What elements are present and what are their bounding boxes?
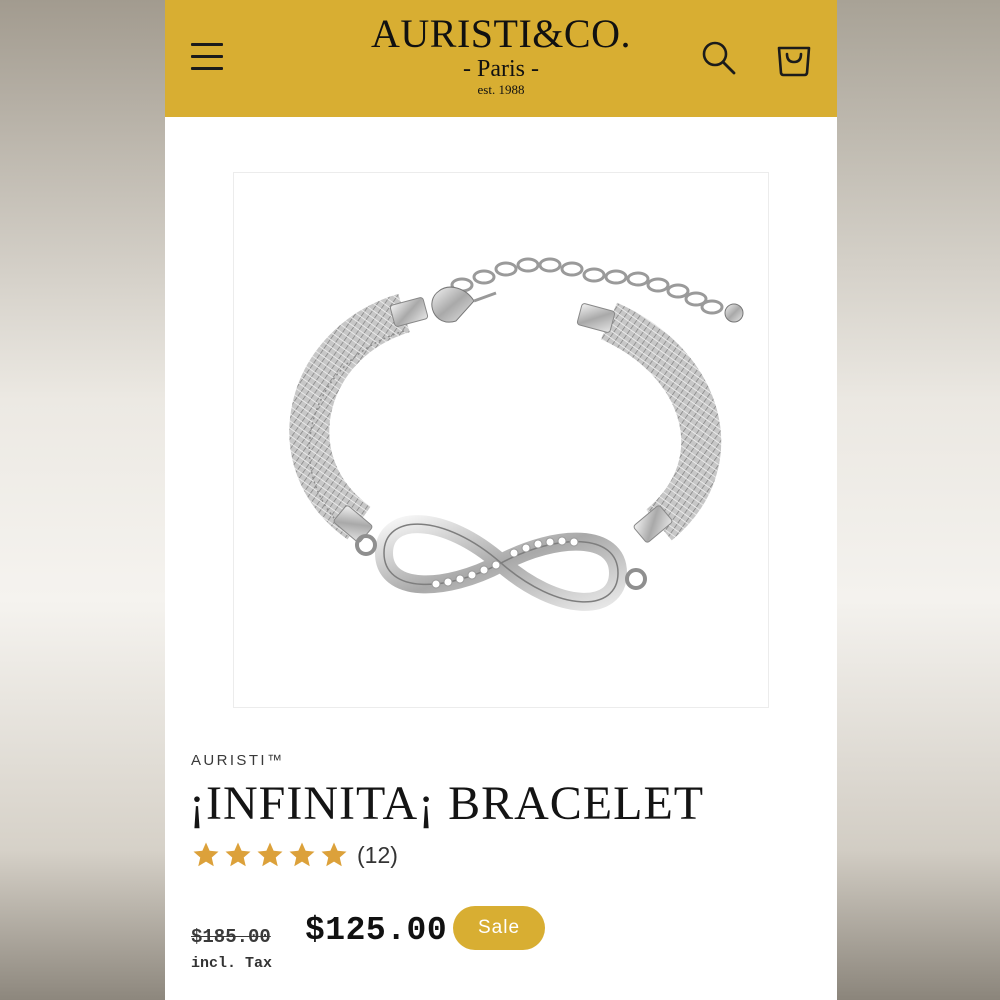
store-logo[interactable]: AURISTI&CO. - Paris - est. 1988 xyxy=(325,10,677,110)
star-icon xyxy=(225,842,251,867)
cart-button[interactable] xyxy=(773,36,815,78)
menu-button[interactable] xyxy=(189,38,225,74)
bracelet-image xyxy=(289,257,744,611)
sale-badge: Sale xyxy=(453,906,545,950)
rating-stars xyxy=(191,840,349,870)
sale-price: $125.00 xyxy=(305,912,448,949)
star-icon xyxy=(289,842,315,867)
product-title: ¡INFINITA¡ BRACELET xyxy=(189,777,705,830)
star-icon xyxy=(257,842,283,867)
star-icon xyxy=(193,842,219,867)
logo-city: - Paris - xyxy=(463,56,539,82)
product-rating[interactable]: (12) xyxy=(191,838,398,872)
photo-backdrop-right xyxy=(837,0,1000,1000)
site-header: AURISTI&CO. - Paris - est. 1988 xyxy=(165,0,837,117)
search-icon xyxy=(702,41,736,75)
mobile-store-page: AURISTI&CO. - Paris - est. 1988 AURISTI™… xyxy=(165,0,837,1000)
product-image[interactable] xyxy=(233,172,769,708)
review-count[interactable]: (12) xyxy=(357,842,398,869)
tax-note: incl. Tax xyxy=(191,955,273,972)
compare-at-price: $185.00 xyxy=(191,926,271,948)
star-icon xyxy=(321,842,347,867)
search-button[interactable] xyxy=(699,38,739,78)
photo-backdrop-left xyxy=(0,0,165,1000)
cart-bag-icon xyxy=(777,46,811,77)
logo-established: est. 1988 xyxy=(477,82,525,97)
logo-name: AURISTI&CO. xyxy=(371,11,631,56)
product-vendor: AURISTI™ xyxy=(191,752,285,769)
